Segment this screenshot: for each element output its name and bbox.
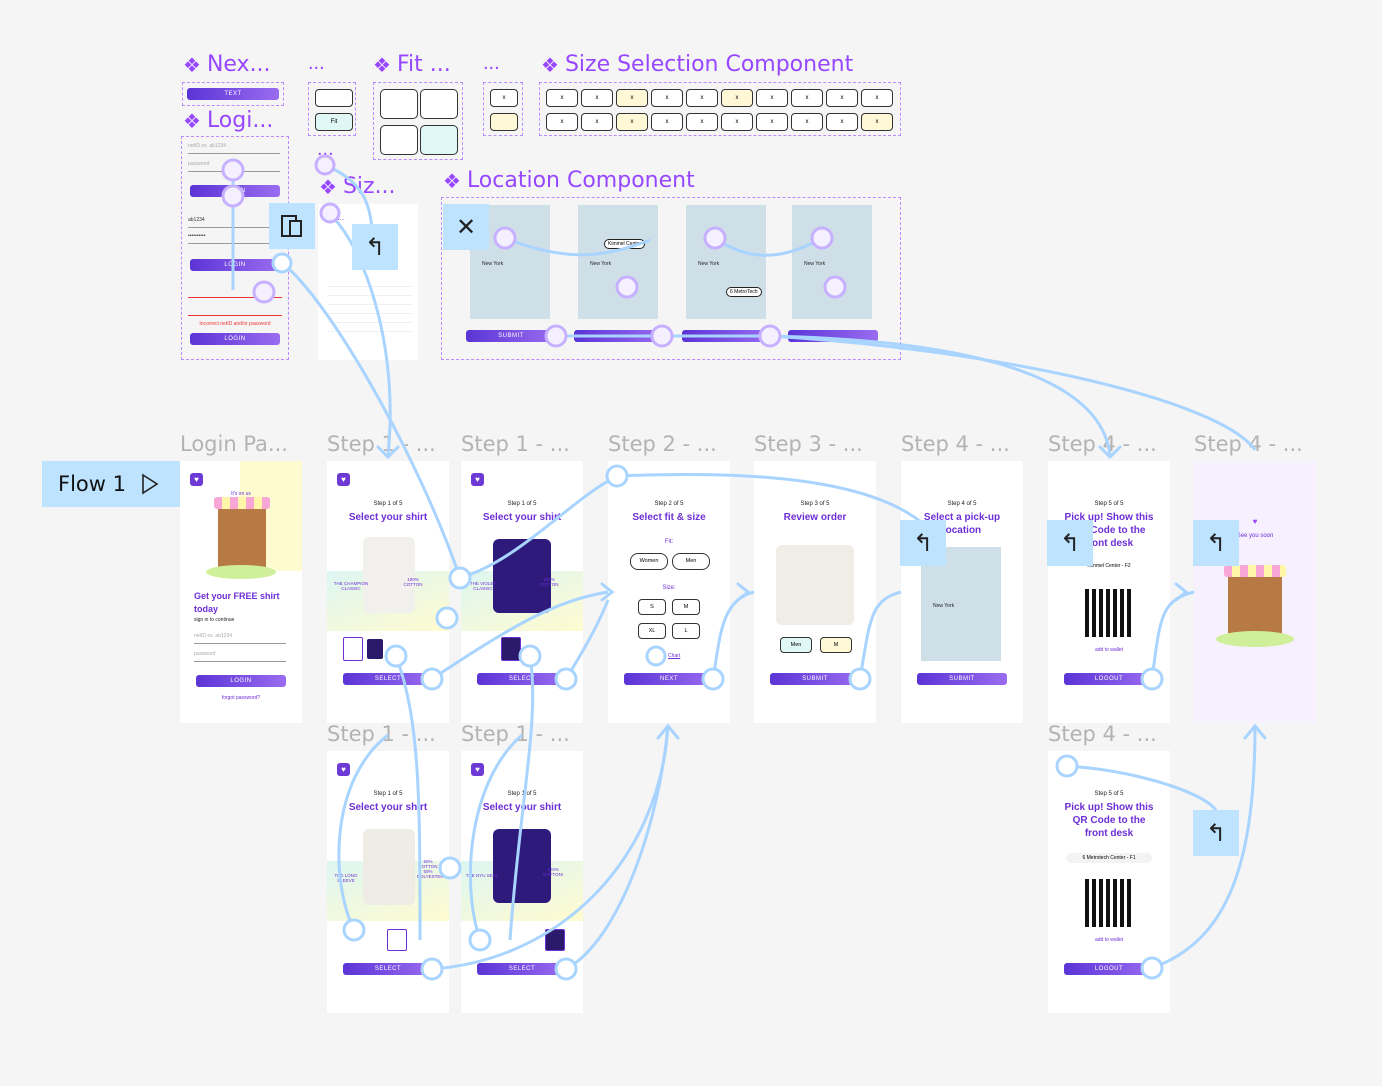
connector-node[interactable] xyxy=(703,226,727,250)
back-arrow-icon: ↰ xyxy=(1205,819,1227,847)
connector xyxy=(858,590,902,680)
connector-node[interactable] xyxy=(810,226,834,250)
connector-node[interactable] xyxy=(221,158,245,182)
connector xyxy=(431,590,609,681)
back-arrow-icon: ↰ xyxy=(1205,529,1227,557)
connector-node[interactable] xyxy=(615,275,639,299)
back-arrow-icon: ↰ xyxy=(364,233,386,261)
back-button-step4d[interactable]: ↰ xyxy=(1193,810,1239,856)
prototype-connectors xyxy=(221,154,1267,981)
connector xyxy=(508,655,535,941)
connector xyxy=(431,724,670,971)
device-frame-button[interactable] xyxy=(269,203,315,249)
connector-node[interactable] xyxy=(848,667,872,691)
connector-node[interactable] xyxy=(252,280,276,304)
arrow-head xyxy=(736,582,751,602)
connector xyxy=(1066,764,1218,812)
back-arrow-icon: ↰ xyxy=(912,529,934,557)
back-button-step4a[interactable]: ↰ xyxy=(900,520,946,566)
connector xyxy=(468,733,523,941)
back-button-step4b[interactable]: ↰ xyxy=(1047,520,1093,566)
connector-node[interactable] xyxy=(554,667,578,691)
connector-node[interactable] xyxy=(823,275,847,299)
connector-node[interactable] xyxy=(435,606,459,630)
connector xyxy=(616,472,932,532)
connector-node[interactable] xyxy=(384,644,408,668)
connector-node[interactable] xyxy=(448,566,472,590)
connector-node[interactable] xyxy=(650,324,674,348)
connector xyxy=(1150,590,1195,680)
arrow-head xyxy=(1174,582,1189,602)
connector-node[interactable] xyxy=(493,226,517,250)
connector xyxy=(504,236,651,257)
connector-node[interactable] xyxy=(271,252,293,274)
connector-node[interactable] xyxy=(468,928,492,952)
connector xyxy=(564,599,610,680)
connector-nodes xyxy=(221,154,847,348)
connector xyxy=(281,261,462,579)
connector-node[interactable] xyxy=(342,918,366,942)
connector-node[interactable] xyxy=(605,464,629,488)
connector xyxy=(711,590,755,680)
connector-node[interactable] xyxy=(1140,956,1164,980)
connector-node[interactable] xyxy=(518,644,542,668)
connector-node[interactable] xyxy=(1055,754,1079,778)
close-icon: ✕ xyxy=(455,213,477,241)
close-overlay-button[interactable]: ✕ xyxy=(443,204,489,250)
connector-node[interactable] xyxy=(645,645,667,667)
connector xyxy=(394,655,422,941)
connector-node[interactable] xyxy=(758,324,782,348)
connector xyxy=(769,334,1257,451)
connector-node[interactable] xyxy=(544,324,568,348)
connector-node[interactable] xyxy=(1140,667,1164,691)
connector xyxy=(714,236,823,257)
connector-node[interactable] xyxy=(701,667,725,691)
connector-node[interactable] xyxy=(554,957,578,981)
back-arrow-icon: ↰ xyxy=(1059,529,1081,557)
connector xyxy=(337,733,389,931)
connector-node[interactable] xyxy=(314,154,336,176)
connector-node[interactable] xyxy=(438,856,462,880)
back-button-step4c[interactable]: ↰ xyxy=(1193,520,1239,566)
connector-node[interactable] xyxy=(319,202,341,224)
connector xyxy=(459,474,618,580)
connector-node[interactable] xyxy=(420,957,444,981)
connector-node[interactable] xyxy=(420,667,444,691)
connector xyxy=(565,724,670,971)
connector-node[interactable] xyxy=(221,184,245,208)
back-button-component[interactable]: ↰ xyxy=(352,224,398,270)
device-icon xyxy=(281,215,302,237)
